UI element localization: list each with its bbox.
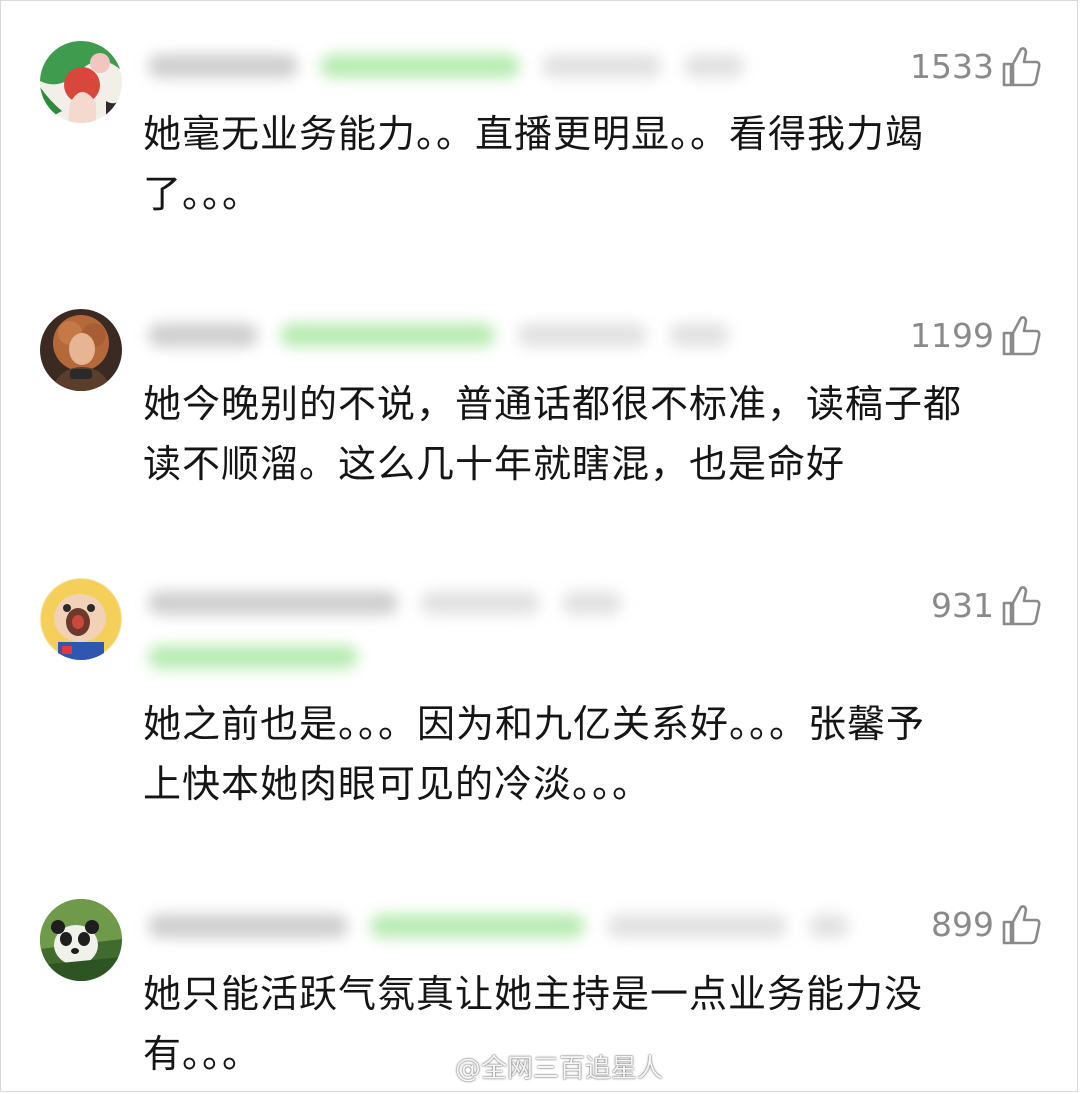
weibo-logo-icon (405, 1050, 449, 1084)
thumbs-up-icon (1000, 44, 1042, 88)
badge-blurred (148, 642, 358, 672)
thumbs-up-icon (1000, 583, 1042, 627)
watermark-text: @全网三百追星人 (455, 1054, 664, 1084)
username-blurred (148, 911, 849, 941)
username-blurred (148, 588, 622, 618)
thumbs-up-icon (1000, 313, 1042, 357)
comment-text: 她之前也是。。。因为和九亿关系好。。。张馨予 上快本她肉眼可见的冷淡。。。 (143, 702, 926, 806)
like-count: 1533 (910, 46, 994, 86)
user-avatar[interactable] (40, 41, 122, 123)
username-blurred (148, 320, 729, 350)
like-button[interactable]: 899 (931, 902, 1042, 946)
watermark: @全网三百追星人 (405, 1048, 663, 1085)
username-blurred (148, 51, 744, 81)
user-avatar[interactable] (40, 578, 122, 660)
thumbs-up-icon (1000, 902, 1042, 946)
like-button[interactable]: 931 (931, 583, 1042, 627)
like-count: 931 (931, 585, 994, 625)
comment-text: 她毫无业务能力。。直播更明显。。看得我力竭 了。。。 (143, 112, 925, 216)
like-count: 1199 (910, 315, 994, 355)
like-button[interactable]: 1533 (910, 44, 1042, 88)
user-avatar[interactable] (40, 899, 122, 981)
like-button[interactable]: 1199 (910, 313, 1042, 357)
user-avatar[interactable] (40, 309, 122, 391)
comment-text: 她今晚别的不说，普通话都很不标准，读稿子都 读不顺溜。这么几十年就瞎混，也是命好 (143, 382, 963, 486)
like-count: 899 (931, 904, 994, 944)
